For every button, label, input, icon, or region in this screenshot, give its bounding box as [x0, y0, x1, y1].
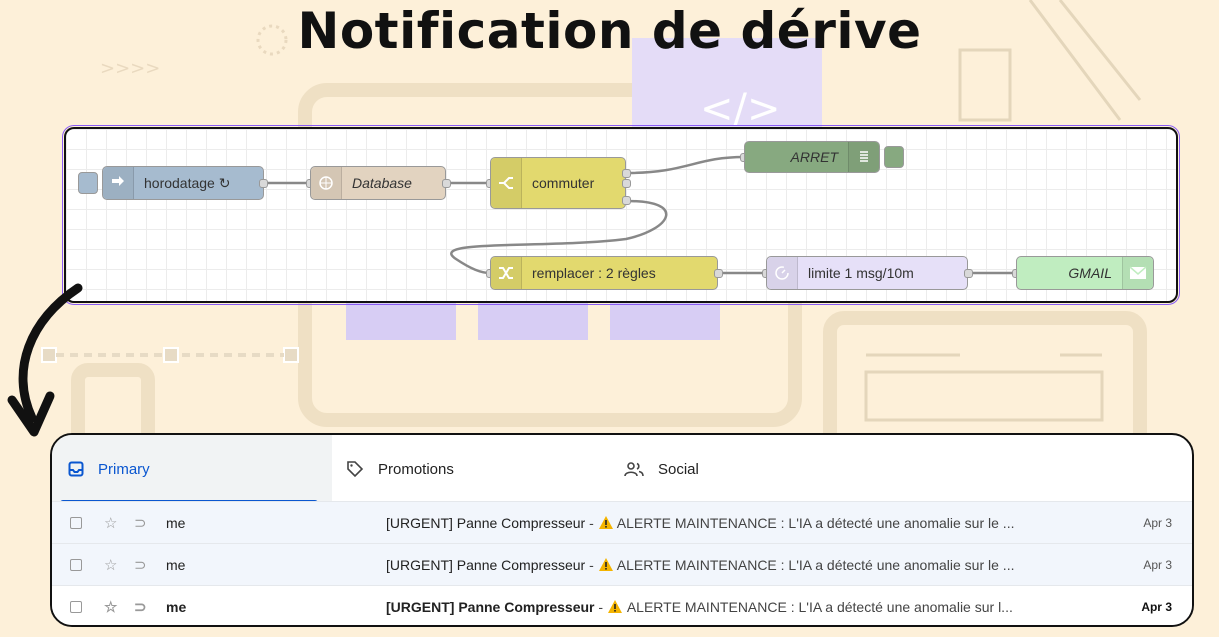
- envelope-icon: [1122, 257, 1153, 289]
- gmail-inbox-panel: Primary Promotions Social ☆ ⊃ me [URGENT…: [50, 433, 1194, 627]
- node-red-flow-canvas[interactable]: horodatage ↻ Database commuter ARRET rem…: [62, 125, 1180, 305]
- email-sender: me: [166, 598, 187, 615]
- email-subject: [URGENT] Panne Compresseur: [386, 514, 586, 531]
- email-sender: me: [166, 514, 186, 531]
- star-icon[interactable]: ☆: [104, 544, 117, 586]
- people-icon: [624, 461, 644, 477]
- important-marker-icon[interactable]: ⊃: [134, 544, 147, 586]
- svg-text:</>: </>: [700, 86, 781, 132]
- svg-text:>>>>: >>>>: [100, 58, 160, 79]
- debug-node[interactable]: ARRET: [744, 141, 880, 173]
- database-icon: [311, 167, 342, 199]
- select-checkbox[interactable]: [70, 586, 82, 625]
- email-content: [URGENT] Panne Compresseur - ALERTE MAIN…: [386, 557, 1076, 573]
- curved-arrow-icon: [7, 283, 83, 437]
- email-subject: [URGENT] Panne Compresseur: [386, 556, 586, 573]
- email-snippet: ALERTE MAINTENANCE : L'IA a détecté une …: [616, 556, 1015, 573]
- inject-node-label: horodatage ↻: [144, 174, 231, 191]
- email-node-label: GMAIL: [1068, 265, 1112, 281]
- tag-icon: [346, 460, 364, 478]
- database-node-label: Database: [352, 175, 412, 191]
- email-content: [URGENT] Panne Compresseur - ALERTE MAIN…: [386, 515, 1076, 531]
- email-row[interactable]: ☆ ⊃ me [URGENT] Panne Compresseur - ALER…: [52, 501, 1192, 543]
- switch-node[interactable]: commuter: [490, 157, 626, 209]
- inject-output-port[interactable]: [259, 179, 268, 188]
- delay-output-port[interactable]: [964, 269, 973, 278]
- email-date: Apr 3: [1143, 557, 1172, 572]
- inbox-tabs: Primary Promotions Social: [52, 435, 1192, 503]
- delay-node[interactable]: limite 1 msg/10m: [766, 256, 968, 290]
- email-date: Apr 3: [1141, 599, 1172, 614]
- important-marker-icon[interactable]: ⊃: [134, 586, 147, 625]
- email-snippet: ALERTE MAINTENANCE : L'IA a détecté une …: [616, 514, 1015, 531]
- delay-node-label: limite 1 msg/10m: [808, 265, 914, 281]
- page-title: Notification de dérive: [297, 2, 922, 60]
- shuffle-icon: [491, 257, 522, 289]
- email-row[interactable]: ☆ ⊃ me [URGENT] Panne Compresseur - ALER…: [52, 585, 1192, 625]
- switch-output-port-3[interactable]: [622, 196, 631, 205]
- email-separator: -: [585, 514, 598, 531]
- tab-promotions[interactable]: Promotions: [346, 435, 454, 503]
- email-subject: [URGENT] Panne Compresseur: [386, 598, 595, 615]
- tab-promotions-label: Promotions: [378, 460, 454, 478]
- database-output-port[interactable]: [442, 179, 451, 188]
- star-icon[interactable]: ☆: [104, 586, 117, 625]
- warning-icon: [598, 515, 613, 529]
- warning-icon: [598, 557, 613, 571]
- change-output-port[interactable]: [714, 269, 723, 278]
- tab-social-label: Social: [658, 460, 699, 478]
- star-icon[interactable]: ☆: [104, 502, 117, 544]
- debug-node-label: ARRET: [790, 149, 838, 165]
- email-date: Apr 3: [1143, 515, 1172, 530]
- arrow-right-icon: [103, 167, 134, 199]
- inject-node[interactable]: horodatage ↻: [102, 166, 264, 200]
- email-separator: -: [585, 556, 598, 573]
- important-marker-icon[interactable]: ⊃: [134, 502, 147, 544]
- select-checkbox[interactable]: [70, 502, 82, 544]
- email-separator: -: [594, 598, 607, 615]
- tab-primary-label: Primary: [98, 460, 150, 478]
- select-checkbox[interactable]: [70, 544, 82, 586]
- debug-toggle-button[interactable]: [884, 146, 904, 168]
- email-sender: me: [166, 556, 186, 573]
- switch-node-label: commuter: [532, 175, 595, 191]
- list-icon: [848, 142, 879, 172]
- email-snippet: ALERTE MAINTENANCE : L'IA a détecté une …: [626, 598, 1013, 615]
- tab-social[interactable]: Social: [624, 435, 699, 503]
- change-node-label: remplacer : 2 règles: [532, 265, 656, 281]
- inject-trigger-button[interactable]: [78, 172, 98, 194]
- tab-primary[interactable]: Primary: [52, 435, 332, 503]
- switch-icon: [491, 158, 522, 208]
- timer-icon: [767, 257, 798, 289]
- email-content: [URGENT] Panne Compresseur - ALERTE MAIN…: [386, 599, 1076, 615]
- switch-output-port-2[interactable]: [622, 179, 631, 188]
- warning-icon: [607, 599, 622, 613]
- database-node[interactable]: Database: [310, 166, 446, 200]
- change-node[interactable]: remplacer : 2 règles: [490, 256, 718, 290]
- email-node[interactable]: GMAIL: [1016, 256, 1154, 290]
- email-row[interactable]: ☆ ⊃ me [URGENT] Panne Compresseur - ALER…: [52, 543, 1192, 585]
- inbox-icon: [68, 461, 84, 477]
- switch-output-port-1[interactable]: [622, 169, 631, 178]
